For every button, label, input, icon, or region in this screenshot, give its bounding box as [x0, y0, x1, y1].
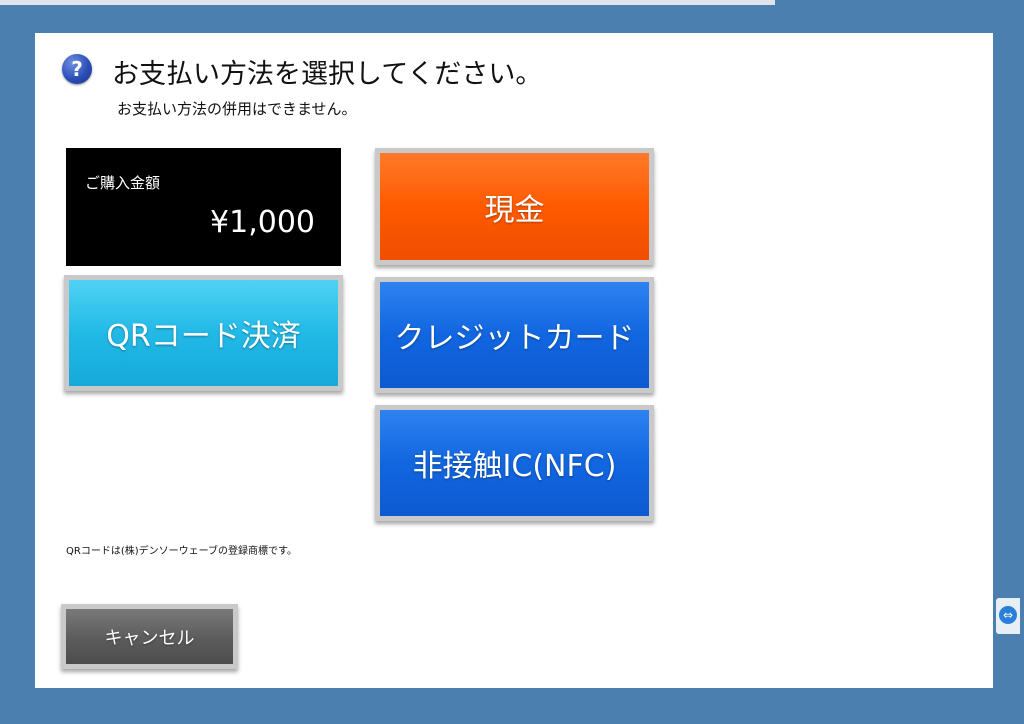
cancel-button-label: キャンセル: [104, 627, 195, 649]
purchase-amount-value: ¥1,000: [210, 205, 315, 240]
window-top-edge: [0, 0, 775, 5]
credit-card-button[interactable]: クレジットカード: [375, 277, 654, 393]
cash-button-label: 現金: [484, 192, 545, 228]
credit-card-button-label: クレジットカード: [394, 321, 635, 356]
cancel-button[interactable]: キャンセル: [61, 604, 238, 669]
remote-control-tab[interactable]: ⇔: [996, 598, 1020, 634]
qr-payment-button-label: QRコード決済: [106, 319, 301, 354]
remote-control-icon: ⇔: [999, 606, 1017, 624]
qr-payment-button[interactable]: QRコード決済: [64, 275, 343, 391]
page-subtitle: お支払い方法の併用はできません。: [117, 100, 357, 118]
purchase-amount-label: ご購入金額: [85, 174, 161, 192]
cash-button[interactable]: 現金: [375, 148, 654, 265]
trademark-notice: QRコードは(株)デンソーウェーブの登録商標です。: [66, 546, 298, 557]
nfc-button-label: 非接触IC(NFC): [412, 449, 617, 484]
nfc-button[interactable]: 非接触IC(NFC): [375, 405, 654, 521]
page-title: お支払い方法を選択してください。: [112, 59, 543, 90]
purchase-amount-box: ご購入金額 ¥1,000: [66, 148, 341, 266]
help-icon: ?: [62, 54, 92, 84]
